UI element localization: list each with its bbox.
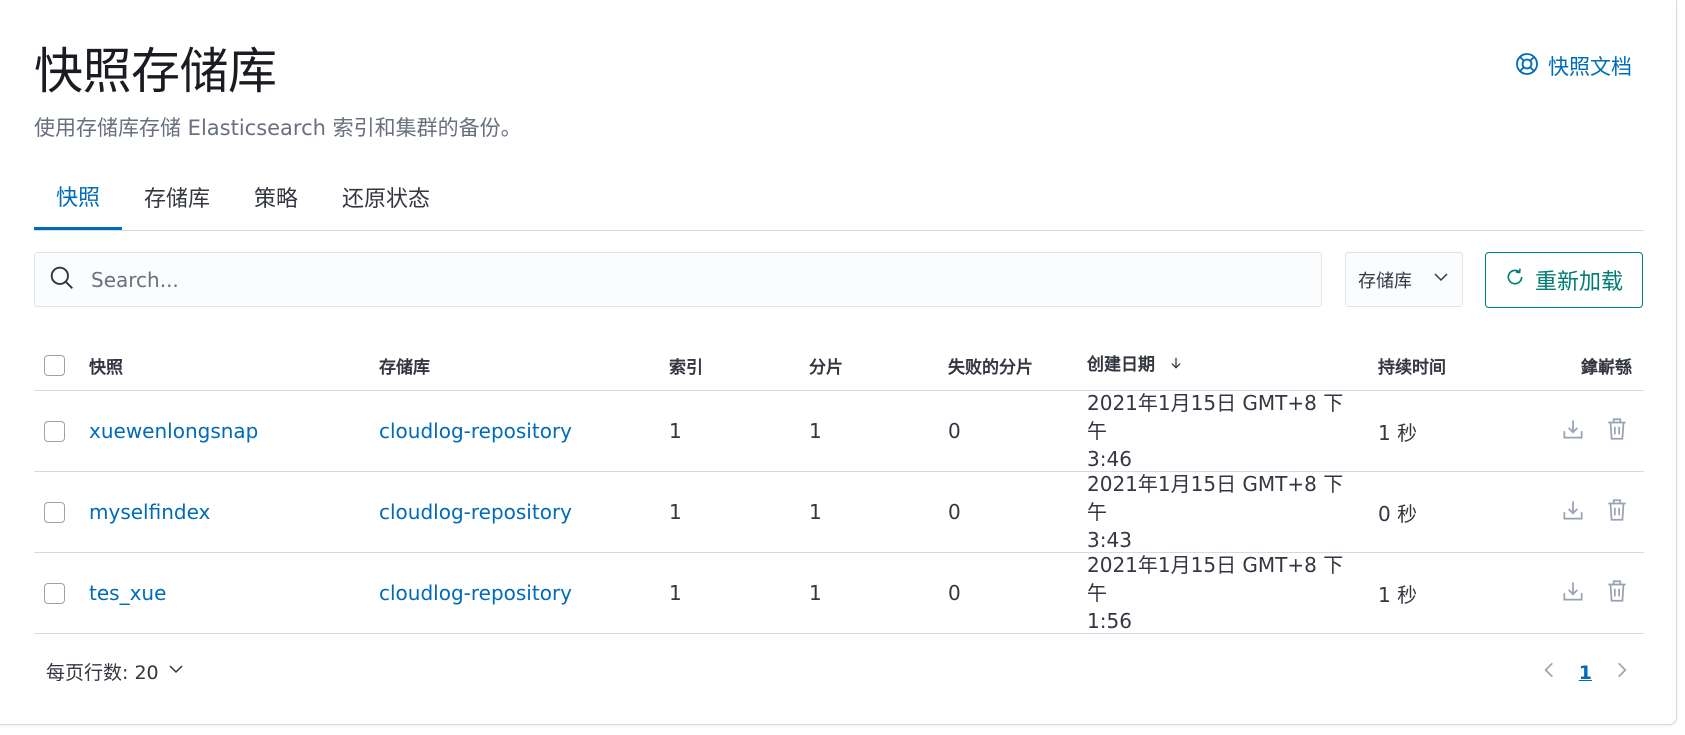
table-row: myselfindex cloudlog-repository 1 1 0 20… — [34, 472, 1644, 553]
snapshot-docs-link[interactable]: 快照文档 — [1515, 51, 1632, 81]
created-date-line1: 2021年1月15日 GMT+8 下午 — [1087, 472, 1344, 524]
tab-restore-status[interactable]: 还原状态 — [320, 164, 452, 230]
chevron-left-icon[interactable] — [1541, 660, 1557, 685]
created-date-line1: 2021年1月15日 GMT+8 下午 — [1087, 391, 1344, 443]
table-row: tes_xue cloudlog-repository 1 1 0 2021年1… — [34, 553, 1644, 634]
failed-shards-count: 0 — [948, 500, 961, 524]
reload-label: 重新加载 — [1534, 270, 1623, 295]
page-title: 快照存储库 — [34, 43, 277, 100]
shards-count: 1 — [809, 581, 822, 605]
help-lifebuoy-icon — [1515, 52, 1539, 81]
failed-shards-count: 0 — [948, 581, 961, 605]
created-date-line2: 1:56 — [1087, 609, 1132, 633]
rows-per-page-label: 每页行数: 20 — [46, 662, 159, 684]
created-date: 2021年1月15日 GMT+8 下午 1:56 — [1087, 551, 1347, 635]
tab-policies[interactable]: 策略 — [232, 164, 320, 230]
repository-link[interactable]: cloudlog-repository — [379, 419, 572, 443]
duration-value: 1 秒 — [1378, 582, 1418, 607]
tab-bar: 快照 存储库 策略 还原状态 — [34, 164, 1644, 231]
row-actions — [1560, 578, 1630, 609]
tab-repositories[interactable]: 存储库 — [122, 164, 232, 230]
column-created-date[interactable]: 创建日期 — [1087, 351, 1347, 379]
row-checkbox[interactable] — [44, 582, 65, 604]
refresh-icon — [1505, 267, 1525, 293]
page-number-current[interactable]: 1 — [1579, 662, 1592, 684]
row-actions — [1560, 497, 1630, 528]
snapshots-table: 快照 存储库 索引 分片 失败的分片 创建日期 持续时间 鎿嶄綔 xuewenl… — [34, 340, 1644, 634]
repository-filter-label: 存储库 — [1358, 270, 1412, 292]
snapshot-name-link[interactable]: myselfindex — [89, 500, 210, 524]
failed-shards-count: 0 — [948, 419, 961, 443]
indices-count: 1 — [669, 500, 682, 524]
delete-trash-icon[interactable] — [1604, 416, 1630, 447]
select-all-checkbox[interactable] — [44, 354, 65, 376]
delete-trash-icon[interactable] — [1604, 578, 1630, 609]
repository-link[interactable]: cloudlog-repository — [379, 581, 572, 605]
repository-filter-button[interactable]: 存储库 — [1345, 252, 1463, 307]
created-date: 2021年1月15日 GMT+8 下午 3:43 — [1087, 470, 1347, 554]
indices-count: 1 — [669, 419, 682, 443]
row-checkbox[interactable] — [44, 501, 65, 523]
column-indices[interactable]: 索引 — [669, 353, 703, 378]
created-date: 2021年1月15日 GMT+8 下午 3:46 — [1087, 389, 1347, 473]
row-checkbox[interactable] — [44, 420, 65, 442]
row-actions — [1560, 416, 1630, 447]
table-row: xuewenlongsnap cloudlog-repository 1 1 0… — [34, 391, 1644, 472]
rows-per-page-button[interactable]: 每页行数: 20 — [46, 658, 185, 685]
chevron-down-icon — [1432, 268, 1450, 291]
column-duration[interactable]: 持续时间 — [1378, 353, 1446, 378]
reload-button[interactable]: 重新加载 — [1485, 252, 1643, 308]
chevron-right-icon[interactable] — [1614, 660, 1630, 685]
column-created-date-label: 创建日期 — [1087, 355, 1155, 375]
created-date-line2: 3:46 — [1087, 447, 1132, 471]
column-actions: 鎿嶄綔 — [1581, 357, 1632, 378]
pagination: 1 — [1541, 660, 1630, 685]
duration-value: 0 秒 — [1378, 501, 1418, 526]
search-input[interactable] — [89, 266, 1193, 293]
delete-trash-icon[interactable] — [1604, 497, 1630, 528]
shards-count: 1 — [809, 500, 822, 524]
main-panel: 快照存储库 使用存储库存储 Elasticsearch 索引和集群的备份。 快照… — [0, 0, 1677, 725]
snapshot-name-link[interactable]: tes_xue — [89, 581, 166, 605]
column-snapshot[interactable]: 快照 — [89, 353, 123, 378]
snapshot-docs-label: 快照文档 — [1548, 55, 1632, 79]
column-shards[interactable]: 分片 — [809, 353, 843, 378]
table-header: 快照 存储库 索引 分片 失败的分片 创建日期 持续时间 鎿嶄綔 — [34, 340, 1644, 391]
tab-snapshots[interactable]: 快照 — [34, 164, 123, 230]
search-box — [34, 252, 1322, 307]
created-date-line1: 2021年1月15日 GMT+8 下午 — [1087, 553, 1344, 605]
indices-count: 1 — [669, 581, 682, 605]
duration-value: 1 秒 — [1378, 420, 1418, 445]
sort-descending-icon — [1169, 351, 1183, 379]
page-description: 使用存储库存储 Elasticsearch 索引和集群的备份。 — [34, 116, 522, 140]
shards-count: 1 — [809, 419, 822, 443]
chevron-down-icon — [167, 660, 185, 683]
column-failed-shards[interactable]: 失败的分片 — [948, 353, 1033, 378]
created-date-line2: 3:43 — [1087, 528, 1132, 552]
snapshot-name-link[interactable]: xuewenlongsnap — [89, 419, 258, 443]
restore-download-icon[interactable] — [1560, 497, 1586, 528]
restore-download-icon[interactable] — [1560, 578, 1586, 609]
repository-link[interactable]: cloudlog-repository — [379, 500, 572, 524]
column-repository[interactable]: 存储库 — [379, 353, 430, 378]
restore-download-icon[interactable] — [1560, 416, 1586, 447]
search-icon — [35, 265, 75, 295]
